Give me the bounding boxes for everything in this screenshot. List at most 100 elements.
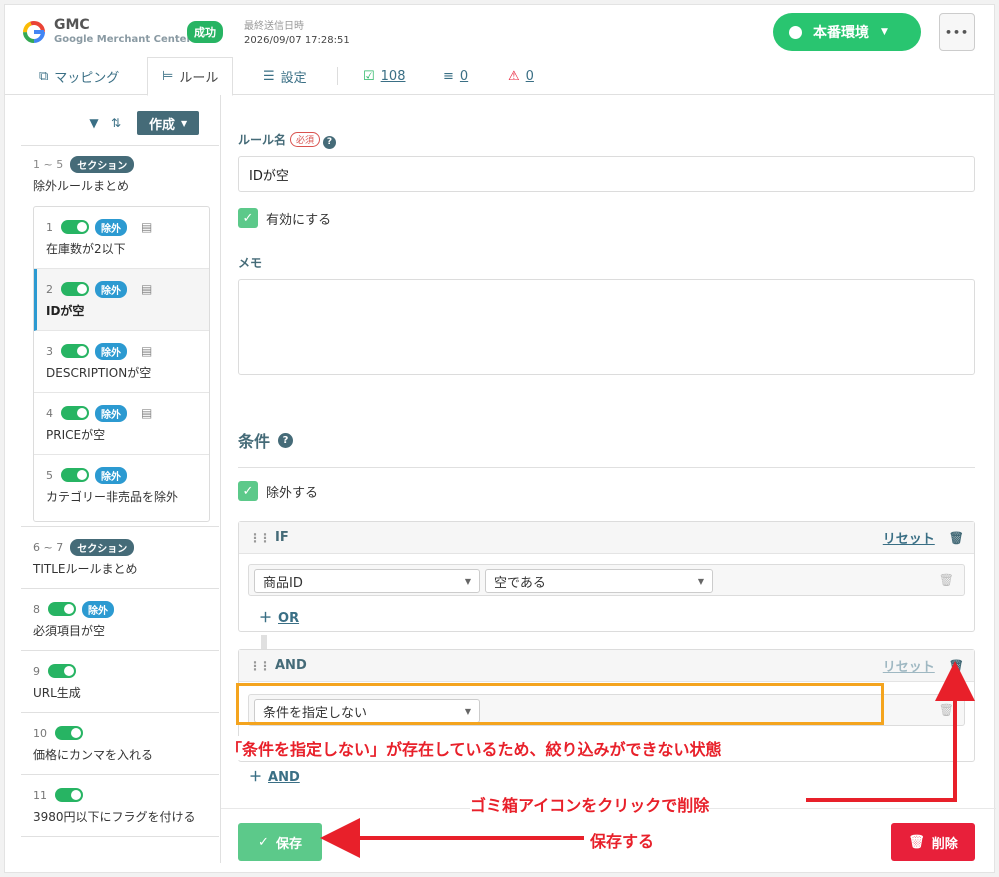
sidebar-rule-item-selected[interactable]: 2 除外 ▤ IDが空: [34, 269, 209, 331]
required-tag: 必須: [290, 132, 321, 147]
last-sent-time: 2026/09/07 17:28:51: [244, 35, 350, 46]
rule-name: 価格にカンマを入れる: [33, 748, 154, 762]
or-label: OR: [278, 611, 300, 626]
sidebar-rule-item[interactable]: 3 除外 ▤ DESCRIPTIONが空: [34, 331, 209, 393]
approved-check-icon: ☑: [363, 68, 375, 84]
sidebar-rule-item[interactable]: 4 除外 ▤ PRICEが空: [34, 393, 209, 455]
if-condition-row: 商品ID ▼ 空である ▼ 🗑: [248, 564, 965, 596]
sidebar-section[interactable]: 6 ~ 7 セクション TITLEルールまとめ: [21, 527, 219, 589]
create-button-label: 作成: [149, 117, 176, 133]
rule-number: 4: [46, 406, 53, 420]
tab-bar: ⧉ マッピング ⊨ ルール ☰ 設定 ☑ 108 ≡ 0 ⚠ 0: [5, 57, 994, 96]
enabled-checkbox[interactable]: ✓ 有効にする: [238, 208, 331, 228]
if-block-header: ⋮⋮ IF リセット 🗑: [239, 522, 974, 554]
field-select[interactable]: 商品ID ▼: [254, 569, 480, 593]
add-and-condition-link[interactable]: ＋ AND: [249, 766, 300, 785]
section-rule-list: 1 除外 ▤ 在庫数が2以下 2 除外 ▤ IDが空 3 除外 ▤ DESCRI…: [33, 206, 210, 522]
if-reset-link[interactable]: リセット: [883, 528, 935, 547]
section-range: 6 ~ 7: [33, 540, 64, 554]
sidebar-rule-item[interactable]: 5 除外 カテゴリー非売品を除外: [34, 455, 209, 517]
rule-enabled-toggle[interactable]: [61, 220, 89, 234]
rule-enabled-toggle[interactable]: [61, 406, 89, 420]
more-menu-button[interactable]: •••: [939, 13, 975, 51]
drag-handle-icon[interactable]: ⋮⋮: [249, 659, 271, 673]
rule-name-value: IDが空: [249, 168, 289, 184]
approved-count-link[interactable]: ☑ 108: [363, 57, 405, 95]
field-select-value: 商品ID: [263, 575, 303, 591]
memo-label: メモ: [238, 256, 263, 270]
exclude-checkbox[interactable]: ✓ 除外する: [238, 481, 318, 501]
sidebar-rule-item[interactable]: 10 価格にカンマを入れる: [21, 713, 219, 775]
trash-icon[interactable]: 🗑: [949, 531, 964, 545]
rule-name: IDが空: [46, 304, 85, 318]
chevron-down-icon: ▼: [464, 576, 471, 586]
help-icon[interactable]: ?: [323, 136, 337, 149]
filter-icon[interactable]: ▼: [83, 116, 105, 130]
last-sent-label: 最終送信日時: [244, 21, 304, 32]
excluded-count: 0: [459, 68, 469, 84]
warning-count-link[interactable]: ⚠ 0: [508, 57, 534, 95]
rule-name: PRICEが空: [46, 428, 106, 442]
brand-subtitle: Google Merchant Center: [54, 34, 192, 45]
memo-textarea[interactable]: [238, 279, 975, 375]
rule-enabled-toggle[interactable]: [61, 468, 89, 482]
save-button-label: 保存: [275, 836, 302, 852]
help-icon[interactable]: ?: [278, 432, 294, 448]
sidebar-rule-item[interactable]: 9 URL生成: [21, 651, 219, 713]
memo-comment-icon: ▤: [141, 406, 153, 420]
excluded-count-link[interactable]: ≡ 0: [443, 57, 468, 95]
environment-status-icon: [789, 25, 802, 39]
sidebar-toolbar: ▼ ⇅ 作成 ▼: [83, 111, 200, 135]
trash-icon[interactable]: 🗑: [949, 659, 964, 673]
warning-count: 0: [525, 68, 534, 84]
rule-enabled-toggle[interactable]: [48, 602, 76, 616]
tab-rules[interactable]: ⊨ ルール: [147, 57, 234, 96]
chevron-down-icon: ▼: [181, 118, 188, 128]
tab-mapping-label: マッピング: [54, 70, 120, 86]
rule-enabled-toggle[interactable]: [48, 664, 76, 678]
warning-triangle-icon: ⚠: [508, 68, 520, 84]
rule-enabled-toggle[interactable]: [61, 282, 89, 296]
rule-name-label-text: ルール名: [238, 133, 287, 147]
and-label: AND: [275, 658, 307, 673]
sidebar-divider: [21, 145, 219, 146]
sidebar-rule-item[interactable]: 1 除外 ▤ 在庫数が2以下: [34, 207, 209, 269]
delete-button[interactable]: 🗑 削除: [891, 823, 975, 861]
status-badge: 成功: [187, 21, 223, 43]
tab-mapping[interactable]: ⧉ マッピング: [39, 57, 119, 95]
section-range: 1 ~ 5: [33, 157, 64, 171]
and-add-label: AND: [268, 770, 300, 785]
if-condition-block: ⋮⋮ IF リセット 🗑 商品ID ▼ 空である ▼ 🗑 ＋ OR: [238, 521, 975, 632]
memo-comment-icon: ▤: [141, 344, 153, 358]
rule-name-input[interactable]: IDが空: [238, 156, 975, 192]
tab-divider: [337, 67, 338, 85]
environment-dropdown-button[interactable]: 本番環境 ▼: [773, 13, 921, 51]
highlight-box: [236, 683, 884, 725]
save-button[interactable]: ✓ 保存: [238, 823, 322, 861]
trash-icon[interactable]: 🗑: [939, 703, 954, 717]
add-or-condition-link[interactable]: ＋ OR: [259, 607, 299, 626]
annotation-save-note: 保存する: [590, 828, 655, 852]
tab-settings[interactable]: ☰ 設定: [263, 57, 307, 95]
sort-icon[interactable]: ⇅: [105, 116, 127, 130]
rule-name-label: ルール名 必須?: [238, 131, 337, 149]
sidebar-rule-item[interactable]: 11 3980円以下にフラグを付ける: [21, 775, 219, 837]
create-button[interactable]: 作成 ▼: [137, 111, 200, 135]
section-tag: セクション: [70, 538, 135, 556]
trash-icon[interactable]: 🗑: [939, 573, 954, 587]
plus-icon: ＋: [249, 770, 263, 785]
sidebar-rule-item[interactable]: 8 除外 必須項目が空: [21, 589, 219, 651]
exclude-tag: 除外: [95, 342, 127, 360]
rule-enabled-toggle[interactable]: [55, 726, 83, 740]
if-label: IF: [275, 530, 289, 545]
rule-enabled-toggle[interactable]: [55, 788, 83, 802]
and-reset-link[interactable]: リセット: [883, 656, 935, 675]
conditions-heading: 条件 ?: [238, 428, 294, 452]
approved-count: 108: [380, 68, 406, 84]
rule-enabled-toggle[interactable]: [61, 344, 89, 358]
chevron-down-icon: ▼: [697, 576, 704, 586]
annotation-problem-note: 「条件を指定しない」が存在しているため、絞り込みができない状態: [226, 736, 722, 760]
drag-handle-icon[interactable]: ⋮⋮: [249, 531, 271, 545]
operator-select-value: 空である: [494, 575, 546, 591]
operator-select[interactable]: 空である ▼: [485, 569, 713, 593]
